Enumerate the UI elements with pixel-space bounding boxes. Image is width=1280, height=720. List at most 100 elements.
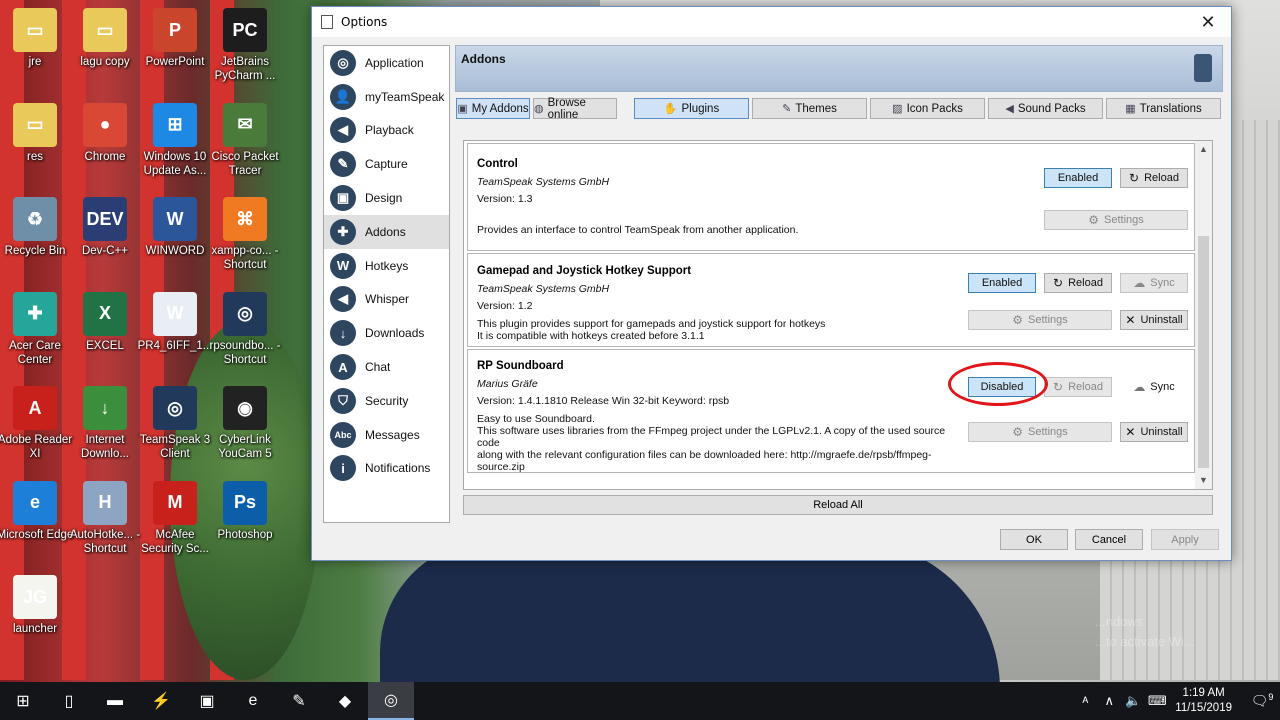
desktop-icon[interactable]: Ps Photoshop [205,480,285,542]
desktop-icon[interactable]: M McAfee Security Sc... [135,480,215,556]
control-reload-button[interactable]: ↻ Reload [1120,168,1188,188]
tab-icon-packs[interactable]: ▨ Icon Packs [870,98,985,119]
desktop-icon[interactable]: JG launcher [0,575,75,636]
rpsb-uninstall-button[interactable]: ✕ Uninstall [1120,422,1188,442]
window-titlebar[interactable]: Options ✕ [312,7,1231,37]
addon-author: Marius Gräfe [477,378,538,390]
addon-author: TeamSpeak Systems GmbH [477,283,610,295]
sidebar-item-playback[interactable]: ◀ Playback [324,114,449,148]
rpsb-settings-button[interactable]: ⚙ Settings [968,422,1112,442]
desktop-icon[interactable]: W PR4_6IFF_1... [135,291,215,353]
close-icon[interactable]: ✕ [1185,7,1231,37]
file-explorer-button[interactable]: ▬ [92,682,138,720]
scrollbar-thumb[interactable] [1198,236,1209,468]
gamepad-sync-button[interactable]: ☁ Sync [1120,273,1188,293]
sidebar-item-capture[interactable]: ✎ Capture [324,147,449,181]
volume-icon[interactable]: 🔈 [1121,693,1145,709]
sidebar-item-design[interactable]: ▣ Design [324,181,449,215]
desktop-icon[interactable]: DEV Dev-C++ [65,197,145,258]
brush-icon: ✎ [782,103,792,115]
app-icon: X [83,291,127,336]
desktop-icon[interactable]: ▭ lagu copy [65,8,145,69]
desktop-icon[interactable]: W WINWORD [135,197,215,258]
desktop-icon[interactable]: PC JetBrains PyCharm ... [205,8,285,83]
desktop-icon[interactable]: P PowerPoint [135,8,215,69]
tab-browse-online[interactable]: ◍ Browse online [533,97,617,121]
sidebar-item-myteamspeak[interactable]: 👤 myTeamSpeak [324,80,449,114]
reload-all-button[interactable]: Reload All [463,495,1213,515]
translations-icon: ▦ [1125,103,1136,115]
sidebar-item-chat[interactable]: A Chat [324,350,449,384]
rpsb-sync-button[interactable]: ☁ Sync [1120,377,1188,397]
gamepad-settings-button[interactable]: ⚙ Settings [968,310,1112,330]
apply-button[interactable]: Apply [1151,529,1219,550]
tab-themes[interactable]: ✎ Themes [752,98,867,119]
desktop-icon[interactable]: ◎ TeamSpeak 3 Client [135,386,215,461]
start-button[interactable]: ⊞ [0,682,46,720]
tab-sound-packs[interactable]: ◀ Sound Packs [988,98,1103,119]
scroll-down-icon[interactable]: ▼ [1195,472,1212,489]
ok-button[interactable]: OK [1000,529,1068,550]
task-view-button[interactable]: ▯ [46,682,92,720]
teamspeak-button[interactable]: ◎ [368,682,414,720]
rpsb-reload-button[interactable]: ↻ Reload [1044,377,1112,397]
sidebar-item-notifications[interactable]: i Notifications [324,452,449,486]
gamepad-enabled-button[interactable]: Enabled [968,273,1036,293]
addon-control: Control TeamSpeak Systems GmbH Version: … [467,143,1195,251]
chat-icon: A [330,354,356,381]
control-enabled-button[interactable]: Enabled [1044,168,1112,188]
desktop-icon[interactable]: X EXCEL [65,291,145,353]
notification-count: 9 [1268,692,1274,703]
sidebar-item-application[interactable]: ◎ Application [324,46,449,80]
application-icon: ◎ [330,49,356,76]
sidebar-item-hotkeys[interactable]: W Hotkeys [324,249,449,283]
desktop-icon[interactable]: A Adobe Reader XI [0,386,75,461]
tab-translations[interactable]: ▦ Translations [1106,98,1221,119]
app-icon: Ps [223,480,267,525]
sidebar-item-downloads[interactable]: ↓ Downloads [324,316,449,350]
desktop-icon[interactable]: ⌘ xampp-co... - Shortcut [205,197,285,272]
tab-my-addons[interactable]: ▣ My Addons [456,98,530,119]
reload-icon: ↻ [1053,380,1064,394]
control-settings-button[interactable]: ⚙ Settings [1044,210,1188,230]
chevron-up-icon[interactable]: ∧ [1097,693,1121,709]
desktop-icon[interactable]: ◉ CyberLink YouCam 5 [205,386,285,461]
app-lightning-button[interactable]: ⚡ [138,682,184,720]
sidebar-item-whisper[interactable]: ◀ Whisper [324,283,449,317]
app-icon: ↓ [83,386,127,430]
desktop-icon[interactable]: ✉ Cisco Packet Tracer [205,102,285,178]
desktop-icon[interactable]: ● Chrome [65,102,145,164]
sidebar-item-label: Downloads [365,326,425,341]
app-notes-button[interactable]: ◆ [322,682,368,720]
addons-scrollbar[interactable]: ▲ ▼ [1195,141,1212,489]
cancel-button[interactable]: Cancel [1075,529,1143,550]
app-game-button[interactable]: ▣ [184,682,230,720]
desktop-icon[interactable]: ▭ res [0,102,75,164]
desktop-icon[interactable]: ✚ Acer Care Center [0,291,75,367]
keyboard-icon[interactable]: ⌨ [1145,693,1169,709]
sidebar-item-messages[interactable]: Abc Messages [324,418,449,452]
app-icon: W [153,197,197,241]
app-paint-button[interactable]: ✎ [276,682,322,720]
desktop-icon[interactable]: e Microsoft Edge [0,480,75,542]
addon-gamepad: Gamepad and Joystick Hotkey Support Team… [467,253,1195,347]
edge-button[interactable]: e [230,682,276,720]
download-icon: ↓ [330,320,356,347]
desktop-icon[interactable]: H AutoHotke... - Shortcut [65,480,145,556]
gamepad-reload-button[interactable]: ↻ Reload [1044,273,1112,293]
tab-plugins[interactable]: ✋ Plugins [634,98,749,119]
desktop-icon-label: McAfee Security Sc... [141,528,209,555]
sidebar-item-security[interactable]: ⛉ Security [324,384,449,418]
scroll-up-icon[interactable]: ▲ [1195,141,1212,158]
gamepad-uninstall-button[interactable]: ✕ Uninstall [1120,310,1188,330]
sidebar-item-label: myTeamSpeak [365,89,445,104]
sidebar-item-addons[interactable]: ✚ Addons [324,214,449,249]
people-icon[interactable]: ᴬ [1073,694,1097,709]
desktop-icon[interactable]: ▭ jre [0,8,75,69]
desktop-icon[interactable]: ↓ Internet Downlo... [65,386,145,461]
notification-center-icon[interactable]: 🗨9 [1244,692,1280,710]
clock[interactable]: 1:19 AM 11/15/2019 [1175,686,1232,716]
desktop-icon[interactable]: ♻ Recycle Bin [0,197,75,258]
desktop-icon[interactable]: ◎ rpsoundbo... - Shortcut [205,291,285,367]
desktop-icon[interactable]: ⊞ Windows 10 Update As... [135,102,215,178]
